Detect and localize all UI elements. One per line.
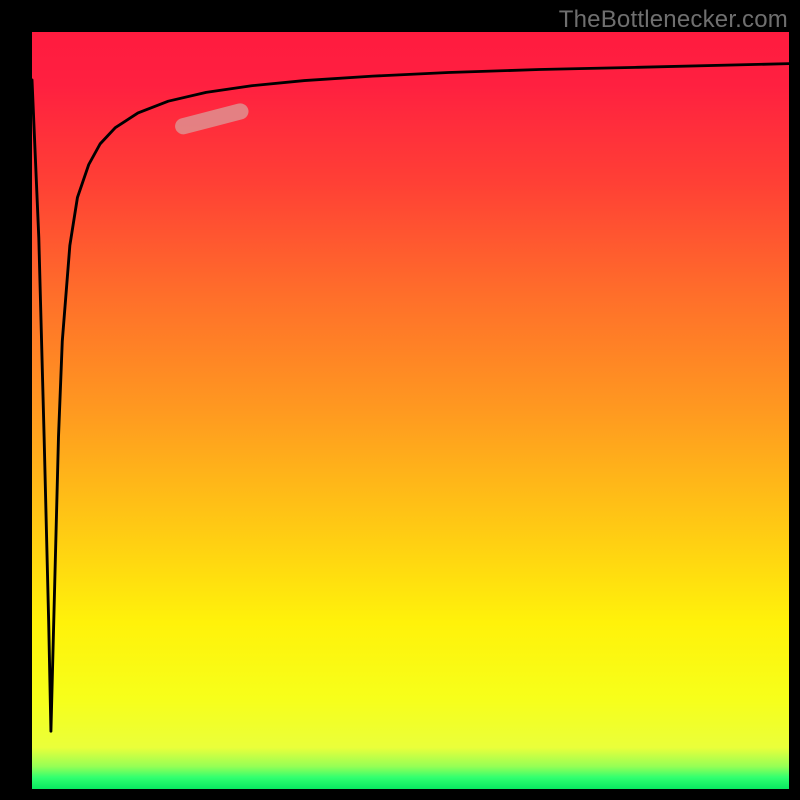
bottleneck-curve: [32, 64, 789, 732]
watermark-text: TheBottlenecker.com: [559, 6, 788, 34]
curve-layer: [32, 32, 789, 768]
plot-area: [32, 32, 789, 768]
chart-frame: TheBottlenecker.com: [0, 0, 800, 800]
highlight-segment: [183, 111, 240, 126]
